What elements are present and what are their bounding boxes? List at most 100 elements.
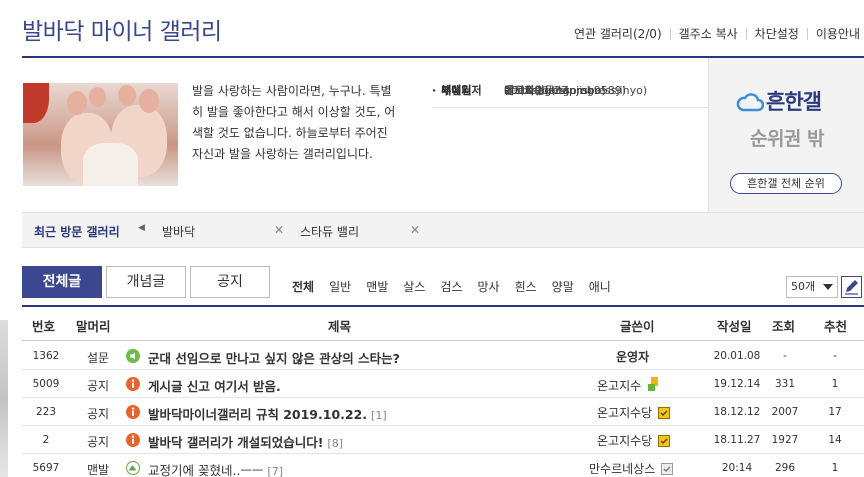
subhead-filter: 전체 일반 맨발 살스 검스 망사 흰스 양말 애니 <box>292 278 626 295</box>
post-number: 5697 <box>32 462 60 474</box>
subhead-white-stocking[interactable]: 흰스 <box>515 278 537 295</box>
post-number: 2 <box>42 434 50 446</box>
fixed-nick-badge-icon <box>658 435 671 447</box>
col-title: 제목 <box>328 319 352 334</box>
post-date: 20.01.08 <box>713 350 761 362</box>
post-title[interactable]: 군대 선임으로 만나고 싶지 않은 관상의 스타는? <box>148 348 400 367</box>
post-title[interactable]: 발바닥마이너갤러리 규칙 2019.10.22. <box>148 407 367 422</box>
notice-icon <box>126 405 140 419</box>
reply-count: [8] <box>327 437 343 450</box>
notice-icon <box>126 433 140 447</box>
copy-address-link[interactable]: 갤주소 복사 <box>669 28 746 40</box>
cloud-icon <box>736 93 765 112</box>
col-recommend: 추천 <box>824 319 848 334</box>
notice-icon <box>126 377 140 391</box>
post-title[interactable]: 교정기에 꽂혔네..ㅡㅡ <box>148 463 263 477</box>
recent-gallery-item[interactable]: 스타듀 밸리 <box>300 223 359 240</box>
col-date: 작성일 <box>717 319 752 334</box>
table-row[interactable]: 5009 공지 게시글 신고 여기서 받음. 온고지수 19.12.14 331… <box>22 370 864 398</box>
reply-count: [7] <box>267 465 284 477</box>
pencil-icon <box>845 280 858 295</box>
post-date: 18.11.27 <box>713 434 761 446</box>
recent-title: 최근 방문 갤러리 <box>34 225 120 239</box>
table-row[interactable]: 2 공지 발바닥 갤러리가 개설되었습니다! [8] 온고지수당 18.11.27… <box>22 426 864 454</box>
post-subhead: 공지 <box>86 379 110 393</box>
gallery-intro: 발을 사랑하는 사람이라면, 누구나. 특별히 발을 좋아한다고 해서 이상할 … <box>192 84 396 161</box>
subhead-anime[interactable]: 애니 <box>589 278 611 295</box>
close-icon[interactable]: ✕ <box>410 223 420 237</box>
post-writer[interactable]: 운영자 <box>616 348 649 365</box>
opened-label: 개설일 <box>432 80 504 107</box>
col-number: 번호 <box>32 319 56 334</box>
post-writer[interactable]: 온고지수당 <box>597 406 652 420</box>
block-settings-link[interactable]: 차단설정 <box>745 28 807 40</box>
post-writer-wrap: 온고지수당 <box>597 404 671 421</box>
table-row[interactable]: 1362 설문 군대 선임으로 만나고 싶지 않은 관상의 스타는? 운영자 2… <box>22 342 864 370</box>
table-header: 번호 말머리 제목 글쓴이 작성일 조회 추천 <box>22 307 864 341</box>
fixed-nick-badge-icon <box>658 407 671 419</box>
post-title[interactable]: 게시글 신고 여기서 받음. <box>148 376 281 395</box>
write-button[interactable] <box>841 276 862 298</box>
subhead-all[interactable]: 전체 <box>292 278 314 295</box>
subhead-socks[interactable]: 양말 <box>552 278 574 295</box>
post-views: 1927 <box>771 434 799 446</box>
full-ranking-button[interactable]: 흔한갤 전체 순위 <box>730 173 842 194</box>
subhead-barefoot[interactable]: 맨발 <box>366 278 388 295</box>
survey-icon <box>126 349 140 363</box>
post-number: 1362 <box>32 350 60 362</box>
image-icon <box>126 461 140 475</box>
post-writer[interactable]: 만수르네상스 <box>589 462 655 476</box>
post-views: 296 <box>774 462 796 474</box>
recent-gallery-item[interactable]: 발바닥 <box>162 223 195 240</box>
post-number: 223 <box>35 406 57 418</box>
table-row[interactable]: 5697 맨발 교정기에 꽂혔네..ㅡㅡ [7] 만수르네상스 20:14 296… <box>22 454 864 477</box>
post-writer-wrap: 온고지수 <box>597 376 661 394</box>
ranking-status: 순위권 밖 <box>749 128 825 150</box>
subhead-salse[interactable]: 살스 <box>403 278 425 295</box>
post-recommend: 17 <box>828 406 842 418</box>
table-row[interactable]: 223 공지 발바닥마이너갤러리 규칙 2019.10.22. [1] 온고지수당… <box>22 398 864 426</box>
top-links: 연관 갤러리(2/0) 갤주소 복사 차단설정 이용안내 <box>566 28 860 40</box>
subhead-general[interactable]: 일반 <box>329 278 351 295</box>
close-icon[interactable]: ✕ <box>274 223 284 237</box>
opened-date: 2018-11-27 <box>504 84 568 97</box>
list-count-select[interactable]: 50개 <box>786 276 838 298</box>
post-views: 2007 <box>771 406 799 418</box>
page: { "gallery": { "title": "발바닥 마이너 갤러리", "… <box>0 0 864 477</box>
post-number: 5009 <box>32 378 60 390</box>
post-writer[interactable]: 온고지수당 <box>597 434 652 448</box>
post-date: 19.12.14 <box>713 378 761 390</box>
post-recommend: 1 <box>831 462 839 474</box>
post-date: 20:14 <box>721 462 753 474</box>
recent-galleries-bar: 최근 방문 갤러리 ◀ 발바닥 ✕ 스타듀 밸리 ✕ <box>22 212 864 248</box>
gallery-thumbnail <box>23 83 178 186</box>
tab-recommended[interactable]: 개념글 <box>106 266 186 298</box>
gallery-title[interactable]: 발바닥 마이너 갤러리 <box>22 12 222 46</box>
post-subhead: 공지 <box>86 407 110 421</box>
post-title-wrap: 발바닥마이너갤러리 규칙 2019.10.22. [1] <box>148 404 387 423</box>
tab-notice[interactable]: 공지 <box>190 266 270 298</box>
subhead-mesh[interactable]: 망사 <box>477 278 499 295</box>
post-writer[interactable]: 온고지수 <box>597 379 641 393</box>
col-views: 조회 <box>772 319 796 334</box>
post-title-wrap: 교정기에 꽂혔네..ㅡㅡ [7] <box>148 460 283 477</box>
related-gallery-link[interactable]: 연관 갤러리(2/0) <box>566 28 670 40</box>
subhead-black-stocking[interactable]: 검스 <box>440 278 462 295</box>
post-subhead: 설문 <box>86 351 110 365</box>
usage-guide-link[interactable]: 이용안내 <box>806 28 860 40</box>
tab-all[interactable]: 전체글 <box>22 266 102 298</box>
side-ad-edge <box>0 320 8 477</box>
col-writer: 글쓴이 <box>620 319 655 334</box>
arrow-left-icon[interactable]: ◀ <box>138 223 145 233</box>
manager-badge-icon <box>648 377 658 391</box>
post-subhead: 맨발 <box>86 463 110 477</box>
post-title-wrap: 발바닥 갤러리가 개설되었습니다! [8] <box>148 432 343 451</box>
chevron-down-icon <box>823 284 833 290</box>
post-title[interactable]: 발바닥 갤러리가 개설되었습니다! <box>148 435 323 450</box>
post-writer-wrap: 만수르네상스 <box>589 460 674 477</box>
post-recommend: 1 <box>831 378 839 390</box>
reply-count: [1] <box>371 409 387 422</box>
post-views: - <box>783 350 787 362</box>
post-subhead: 공지 <box>86 435 110 449</box>
post-recommend: 14 <box>828 434 842 446</box>
